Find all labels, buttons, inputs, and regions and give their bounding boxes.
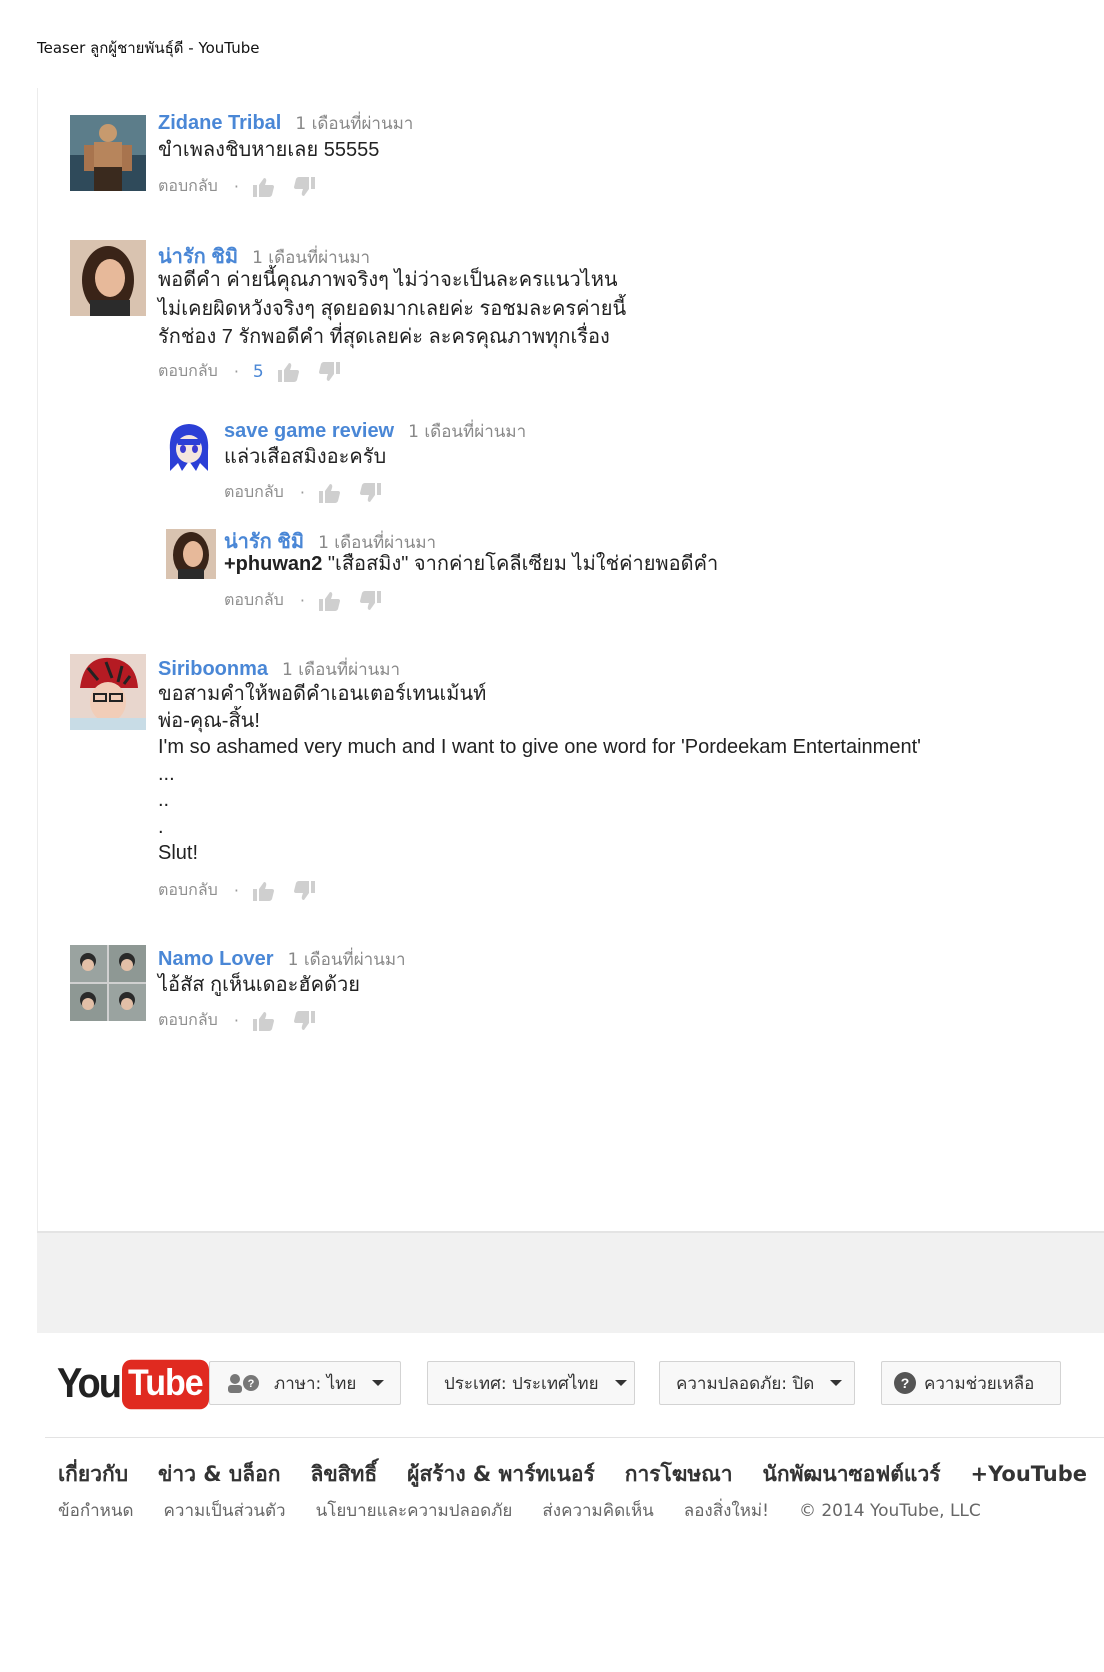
comment-time[interactable]: 1 เดือนที่ผ่านมา: [408, 422, 526, 442]
comment-author[interactable]: Namo Lover: [158, 948, 274, 970]
separator-dot: ·: [233, 362, 239, 381]
reply-button[interactable]: ตอบกลับ: [158, 359, 218, 384]
copyright-text: © 2014 YouTube, LLC: [798, 1501, 981, 1521]
chevron-down-icon: [372, 1380, 385, 1386]
youtube-logo[interactable]: You Tube: [57, 1359, 209, 1409]
comment-time[interactable]: 1 เดือนที่ผ่านมา: [288, 950, 406, 970]
woman-avatar[interactable]: [70, 240, 146, 316]
comment-author[interactable]: Siriboonma: [158, 658, 268, 680]
thumbs-down-icon[interactable]: [293, 880, 315, 901]
separator-dot: ·: [299, 483, 305, 502]
red-hat-avatar[interactable]: [70, 654, 146, 730]
thumbs-up-icon[interactable]: [318, 591, 341, 611]
thumbs-down-icon[interactable]: [359, 590, 381, 611]
comment-author[interactable]: Zidane Tribal: [158, 112, 281, 134]
comments-panel: Zidane Tribal 1 เดือนที่ผ่านมา ขำเพลงชิบห…: [37, 88, 1104, 1231]
thumbs-down-icon[interactable]: [318, 361, 340, 382]
thumbs-down-icon[interactable]: [293, 1010, 315, 1031]
thumbs-up-icon[interactable]: [252, 1011, 275, 1031]
comment-author[interactable]: save game review: [224, 420, 394, 442]
comment-time[interactable]: 1 เดือนที่ผ่านมา: [252, 248, 370, 268]
footer-divider: [45, 1437, 1104, 1438]
help-button-label: ความช่วยเหลือ: [924, 1373, 1035, 1394]
thumbs-up-icon[interactable]: [252, 177, 275, 197]
footer-link-copyright[interactable]: ลิขสิทธิ์: [310, 1462, 377, 1486]
window-title: Teaser ลูกผู้ชายพันธุ์ดี - YouTube: [37, 39, 260, 57]
footer-link-press-blog[interactable]: ข่าว & บล็อก: [158, 1462, 280, 1486]
separator-dot: ·: [233, 881, 239, 900]
footer-link-policy-safety[interactable]: นโยบายและความปลอดภัย: [316, 1501, 513, 1521]
svg-text:?: ?: [248, 1378, 255, 1390]
comment-text: ไอ้สัส กูเห็นเดอะฮัคด้วย: [158, 974, 360, 996]
help-icon: ?: [894, 1372, 916, 1394]
separator-dot: ·: [233, 1011, 239, 1030]
language-button-label: ภาษา: ไทย: [274, 1373, 357, 1394]
reply-button[interactable]: ตอบกลับ: [224, 480, 284, 505]
help-button[interactable]: ? ความช่วยเหลือ: [881, 1361, 1061, 1405]
safety-button[interactable]: ความปลอดภัย: ปิด: [659, 1361, 855, 1405]
anime-avatar[interactable]: [166, 421, 212, 473]
footer-link-creators[interactable]: ผู้สร้าง & พาร์ทเนอร์: [407, 1462, 595, 1486]
safety-button-label: ความปลอดภัย: ปิด: [676, 1373, 815, 1394]
reply-button[interactable]: ตอบกลับ: [224, 588, 284, 613]
thumbs-up-icon[interactable]: [318, 483, 341, 503]
footer-secondary-links: ข้อกำหนด ความเป็นส่วนตัว นโยบายและความปลอด…: [58, 1497, 981, 1524]
logo-tube-text: Tube: [121, 1359, 209, 1409]
separator-dot: ·: [233, 177, 239, 196]
comment-text: ขอสามคำให้พอดีคำเอนเตอร์เทนเม้นท์ พ่อ-คุ…: [158, 683, 921, 864]
footer-link-privacy[interactable]: ความเป็นส่วนตัว: [164, 1501, 286, 1521]
comment-text: พอดีคำ ค่ายนี้คุณภาพจริงๆ ไม่ว่าจะเป็นละ…: [158, 269, 627, 348]
language-button[interactable]: ? ภาษา: ไทย: [209, 1361, 401, 1405]
thumbs-up-icon[interactable]: [252, 881, 275, 901]
reply-button[interactable]: ตอบกลับ: [158, 1008, 218, 1033]
comment-text: ขำเพลงชิบหายเลย 55555: [158, 139, 380, 161]
footer-link-plus-youtube[interactable]: +YouTube: [971, 1462, 1088, 1486]
language-icon: ?: [226, 1373, 260, 1393]
footer-controls: You Tube ? ภาษา: ไทย ประเทศ: ประเทศไทย คว…: [37, 1331, 1104, 1435]
photo-grid-avatar[interactable]: [70, 945, 146, 1021]
thumbs-up-icon[interactable]: [277, 362, 300, 382]
mention-link[interactable]: +phuwan2: [224, 553, 322, 575]
separator-dot: ·: [299, 591, 305, 610]
country-button-label: ประเทศ: ประเทศไทย: [444, 1373, 599, 1394]
footer-link-feedback[interactable]: ส่งความคิดเห็น: [542, 1501, 653, 1521]
footer-link-advertise[interactable]: การโฆษณา: [625, 1462, 733, 1486]
thumbs-down-icon[interactable]: [293, 176, 315, 197]
footer-grey-band: [37, 1231, 1104, 1333]
chevron-down-icon: [614, 1380, 627, 1386]
chevron-down-icon: [830, 1380, 843, 1386]
reply-button[interactable]: ตอบกลับ: [158, 174, 218, 199]
comment-text-body: "เสือสมิง" จากค่ายโคลีเซียม ไม่ใช่ค่ายพอ…: [322, 553, 719, 575]
svg-text:?: ?: [901, 1375, 910, 1391]
warrior-avatar[interactable]: [70, 115, 146, 191]
logo-you-text: You: [57, 1360, 122, 1407]
comment-text: +phuwan2 "เสือสมิง" จากค่ายโคลีเซียม ไม่…: [224, 550, 718, 579]
woman-avatar[interactable]: [166, 529, 216, 579]
comment-time[interactable]: 1 เดือนที่ผ่านมา: [282, 660, 400, 680]
comment-time[interactable]: 1 เดือนที่ผ่านมา: [295, 114, 413, 134]
footer-primary-links: เกี่ยวกับ ข่าว & บล็อก ลิขสิทธิ์ ผู้สร้าง &…: [58, 1458, 1087, 1491]
footer-link-about[interactable]: เกี่ยวกับ: [58, 1462, 128, 1486]
footer-link-try-new[interactable]: ลองสิ่งใหม่!: [684, 1501, 769, 1521]
comment-text: แล่วเสือสมิงอะครับ: [224, 446, 387, 468]
thumbs-down-icon[interactable]: [359, 482, 381, 503]
footer-link-terms[interactable]: ข้อกำหนด: [58, 1501, 134, 1521]
country-button[interactable]: ประเทศ: ประเทศไทย: [427, 1361, 635, 1405]
footer-link-developers[interactable]: นักพัฒนาซอฟต์แวร์: [763, 1462, 941, 1486]
comment-author[interactable]: น่ารัก ชิมิ: [158, 246, 238, 268]
like-count: 5: [252, 361, 264, 382]
reply-button[interactable]: ตอบกลับ: [158, 878, 218, 903]
